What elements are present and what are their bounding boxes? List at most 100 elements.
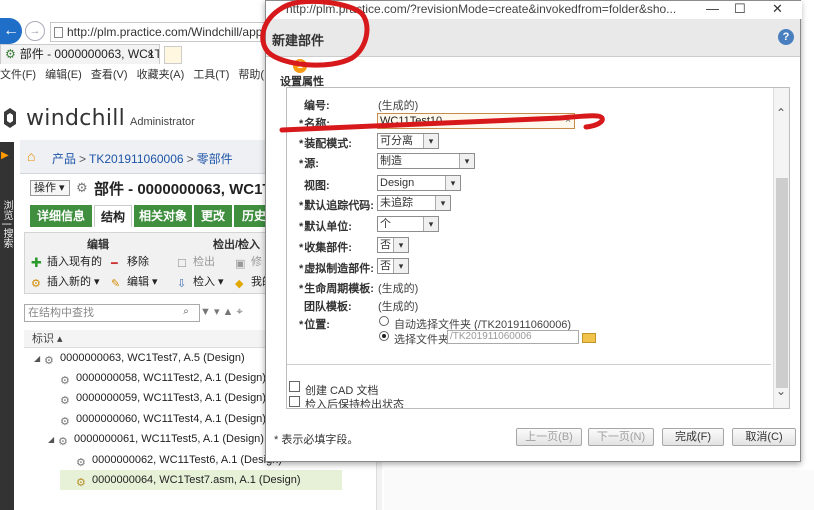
page-icon (54, 27, 63, 38)
next-button[interactable]: 下一页(N) (588, 428, 654, 446)
view-label: 视图: (304, 180, 330, 192)
browser-tab-title: 部件 - 0000000063, WC1T... (19, 47, 160, 61)
menu-favorites[interactable]: 收藏夹(A) (137, 69, 185, 81)
create-cad-checkbox[interactable] (289, 381, 300, 392)
expand-arrow-icon[interactable]: ▶ (1, 150, 11, 162)
modify-icon: ▣ (235, 258, 246, 270)
edit-group-header: 编辑 (87, 239, 109, 251)
lifecycle-template-label: *生命周期模板: (299, 283, 374, 295)
menu-edit[interactable]: 编辑(E) (45, 69, 82, 81)
folder-icon[interactable] (582, 333, 596, 343)
up-icon[interactable]: ▲ (223, 306, 234, 318)
tree-row-selected[interactable]: ⚙ 0000000064, WC1Test7.asm, A.1 (Design) (60, 470, 342, 490)
tab-changes[interactable]: 更改 (194, 205, 232, 227)
step-badge: 1 (293, 59, 307, 73)
folder-path-field[interactable]: /TK201911060006 (447, 330, 579, 344)
browser-menubar: 文件(F) 编辑(E) 查看(V) 收藏夹(A) 工具(T) 帮助(H) (0, 66, 276, 84)
select-folder-label: 选择文件夹 (394, 334, 449, 346)
maximize-icon[interactable]: ☐ (734, 1, 746, 17)
navigator-sidebar[interactable] (0, 142, 14, 510)
sidebar-label: 浏览 | 搜索 (1, 200, 12, 249)
tab-details[interactable]: 详细信息 (30, 205, 92, 227)
minimize-icon[interactable]: — (706, 1, 719, 17)
previous-button[interactable]: 上一页(B) (516, 428, 582, 446)
tree-row[interactable]: ⚙ 0000000062, WC11Test6, A.1 (Design) (76, 450, 282, 470)
filter-icon[interactable]: ▼ (200, 306, 211, 318)
clear-icon[interactable]: × (565, 114, 571, 128)
assembly-mode-label: *装配模式: (299, 138, 352, 150)
name-field[interactable]: WC11Test10 × (377, 113, 575, 129)
actions-menu-button[interactable]: 操作 ▾ (30, 180, 70, 196)
checkin-icon: ⇩ (177, 278, 187, 290)
modify-button[interactable]: ▣ 修 (235, 253, 262, 270)
collapse-icon[interactable]: ◢ (34, 349, 44, 369)
binoculars-icon[interactable]: ⌖ (236, 306, 242, 318)
assembly-icon: ⚙ (44, 355, 54, 367)
tree-search-input[interactable]: 在结构中查找 (24, 304, 200, 322)
breadcrumb-parts[interactable]: 零部件 (197, 152, 233, 166)
chevron-down-icon: ▾ (445, 176, 460, 190)
menu-view[interactable]: 查看(V) (91, 69, 128, 81)
menu-file[interactable]: 文件(F) (0, 69, 36, 81)
forward-icon[interactable]: → (25, 21, 45, 41)
insert-existing-button[interactable]: ✚ 插入现有的 (31, 253, 102, 270)
tab-related[interactable]: 相关对象 (134, 205, 192, 227)
phantom-part-select[interactable]: 否 ▾ (377, 258, 409, 274)
keep-checked-out-checkbox[interactable] (289, 396, 300, 407)
menu-tools[interactable]: 工具(T) (193, 69, 229, 81)
address-text: http://plm.practice.com/Windchill/app/ (67, 25, 266, 39)
form-scrollbar[interactable]: ⌃ ⌄ (773, 88, 789, 408)
scroll-thumb[interactable] (776, 178, 788, 388)
tree-row[interactable]: ⚙ 0000000059, WC11Test3, A.1 (Design) (60, 388, 266, 408)
breadcrumb-links: 产品 > TK201911060006 > 零部件 (52, 152, 233, 166)
tab-structure[interactable]: 结构 (94, 205, 132, 227)
tree-row[interactable]: ⚙ 0000000058, WC11Test2, A.1 (Design) (60, 368, 266, 388)
scroll-up-icon[interactable]: ⌃ (776, 106, 786, 120)
source-select[interactable]: 制造 ▾ (377, 153, 475, 169)
remove-button[interactable]: ━ 移除 (111, 253, 149, 270)
view-select[interactable]: Design ▾ (377, 175, 461, 191)
address-bar[interactable]: http://plm.practice.com/Windchill/app/ (50, 22, 270, 42)
windchill-logo-icon (4, 108, 16, 128)
tree-row[interactable]: ◢ ⚙ 0000000061, WC11Test5, A.1 (Design) (48, 429, 264, 449)
attributes-form: 编号: (生成的) *名称: WC11Test10 × *装配模式: 可分离 ▾ *… (287, 88, 771, 365)
tab-close-icon[interactable]: × (147, 45, 154, 64)
attributes-panel: 编号: (生成的) *名称: WC11Test10 × *装配模式: 可分离 ▾ *… (286, 87, 790, 409)
trace-code-select[interactable]: 未追踪 ▾ (377, 195, 451, 211)
lifecycle-template-value: (生成的) (378, 283, 419, 295)
collect-parts-select[interactable]: 否 ▾ (377, 237, 409, 253)
help-icon[interactable]: ? (778, 29, 794, 45)
part-gear-icon: ⚙ (76, 180, 88, 195)
default-unit-select[interactable]: 个 ▾ (377, 216, 439, 232)
close-icon[interactable]: ✕ (772, 1, 783, 17)
chevron-down-icon: ▾ (423, 134, 438, 148)
dialog-url: http://plm.practice.com/?revisionMode=cr… (286, 2, 677, 16)
browser-tab[interactable]: ⚙ 部件 - 0000000063, WC1T... × (0, 44, 160, 64)
checkin-button[interactable]: ⇩ 检入 ▾ (177, 273, 224, 290)
scroll-down-icon[interactable]: ⌄ (776, 384, 786, 398)
insert-new-button[interactable]: ⚙ 插入新的 ▾ (31, 273, 100, 290)
new-tab-icon[interactable] (164, 46, 182, 64)
back-icon[interactable]: ← (0, 18, 22, 44)
edit-button[interactable]: ✎ 编辑 ▾ (111, 273, 158, 290)
tree-row[interactable]: ⚙ 0000000060, WC11Test4, A.1 (Design) (60, 409, 266, 429)
my-icon: ◆ (235, 278, 244, 290)
tree-row[interactable]: ◢ ⚙ 0000000063, WC1Test7, A.5 (Design) (34, 348, 245, 368)
chevron-down-icon: ▾ (423, 217, 438, 231)
right-pane (384, 470, 814, 510)
auto-folder-radio[interactable] (379, 316, 389, 326)
cancel-button[interactable]: 取消(C) (732, 428, 796, 446)
collapse-icon[interactable]: ◢ (48, 430, 58, 450)
home-icon[interactable]: ⌂ (27, 148, 35, 164)
part-icon: ⚙ (60, 416, 70, 428)
checkout-button[interactable]: ☐ 检出 (177, 253, 215, 270)
new-part-icon: ⚙ (31, 278, 41, 290)
breadcrumb-products[interactable]: 产品 (52, 152, 76, 166)
checkin-group-header: 检出/检入 (213, 239, 261, 251)
breadcrumb-product[interactable]: TK201911060006 (89, 152, 184, 166)
tree-search-icon[interactable]: ⌕ (178, 304, 194, 320)
select-folder-radio[interactable] (379, 331, 389, 341)
assembly-mode-select[interactable]: 可分离 ▾ (377, 133, 439, 149)
minus-icon: ━ (111, 258, 118, 270)
finish-button[interactable]: 完成(F) (662, 428, 724, 446)
